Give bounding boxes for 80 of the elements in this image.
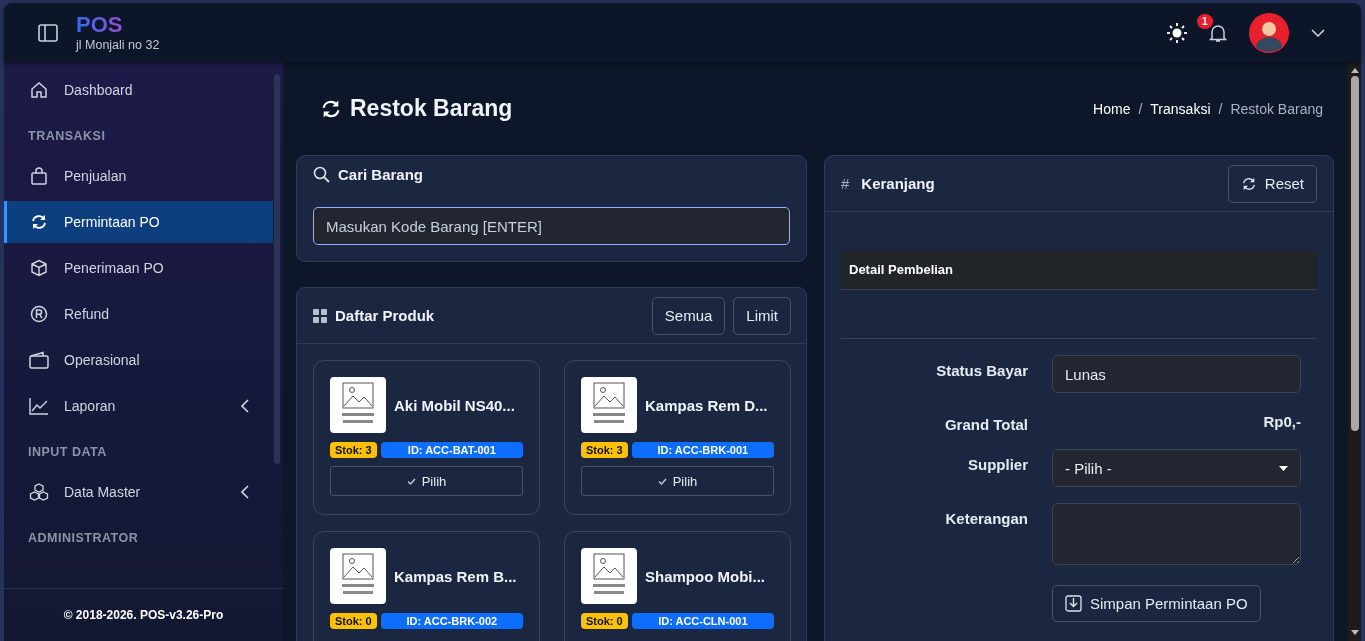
download-icon xyxy=(1065,595,1082,612)
breadcrumb-item[interactable]: Transaksi xyxy=(1150,100,1211,117)
sidebar-section-label: ADMINISTRATOR xyxy=(27,530,140,547)
field-label: Keterangan xyxy=(944,509,1028,529)
sidebar-section-label: TRANSAKSI xyxy=(27,128,107,145)
stock-badge: Stok: 3 xyxy=(581,442,628,458)
search-field[interactable]: Masukan Kode Barang [ENTER] xyxy=(313,207,790,245)
sidebar-item[interactable]: Dashboard xyxy=(4,69,273,111)
grid-icon xyxy=(313,308,327,323)
sidebar-toggle-icon[interactable] xyxy=(38,23,58,42)
image-placeholder-icon xyxy=(581,377,637,433)
field-label: Status Bayar xyxy=(935,361,1028,381)
sun-icon[interactable] xyxy=(1167,22,1187,43)
sidebar-section-label: INPUT DATA xyxy=(27,444,108,461)
notes-field[interactable] xyxy=(1052,503,1301,565)
stock-badge: Stok: 0 xyxy=(581,613,628,629)
bag-icon xyxy=(29,167,49,185)
image-placeholder-icon xyxy=(330,548,386,604)
select-product-button[interactable]: Pilih xyxy=(581,466,774,496)
store-address: jl Monjali no 32 xyxy=(76,38,160,52)
sidebar-item[interactable]: Penerimaan PO xyxy=(4,247,273,289)
product-id-badge: ID: ACC-BAT-001 xyxy=(380,442,523,458)
product-name: Shampoo Mobi... xyxy=(645,567,765,585)
sidebar-item[interactable]: Penjualan xyxy=(4,155,273,197)
field-label: Supplier xyxy=(967,455,1028,475)
save-button[interactable]: Simpan Permintaan PO xyxy=(1052,585,1261,622)
home-icon xyxy=(29,81,49,99)
stock-badge: Stok: 3 xyxy=(330,442,377,458)
image-placeholder-icon xyxy=(330,377,386,433)
caret-icon xyxy=(1279,465,1288,471)
product-id-badge: ID: ACC-CLN-001 xyxy=(631,613,774,629)
breadcrumb-item: Restok Barang xyxy=(1230,100,1323,117)
grand-total-value: Rp0,- xyxy=(1262,412,1301,430)
stock-badge: Stok: 0 xyxy=(330,613,377,629)
card-title: Daftar Produk xyxy=(335,307,435,324)
filter-button[interactable]: Semua xyxy=(651,296,726,335)
page-scrollbar[interactable] xyxy=(1348,62,1361,641)
product-id-badge: ID: ACC-BRK-002 xyxy=(380,613,523,629)
sidebar-item[interactable]: Operasional xyxy=(4,339,273,381)
breadcrumb-separator: / xyxy=(1138,100,1143,117)
product-name: Aki Mobil NS40... xyxy=(394,396,515,414)
wallet-icon xyxy=(29,351,49,369)
image-placeholder-icon xyxy=(581,548,637,604)
chevron-left-icon xyxy=(241,485,249,499)
breadcrumb-item[interactable]: Home xyxy=(1093,100,1131,117)
sidebar-item[interactable]: Data Master xyxy=(4,471,273,513)
status-field[interactable]: Lunas xyxy=(1052,355,1301,393)
bell-icon[interactable] xyxy=(1209,22,1227,43)
sidebar-item[interactable]: Laporan xyxy=(4,385,273,427)
refresh-icon xyxy=(29,213,49,231)
product-id-badge: ID: ACC-BRK-001 xyxy=(631,442,774,458)
line-chart-icon xyxy=(29,397,49,415)
chevron-left-icon xyxy=(241,399,249,413)
card-title: Cari Barang xyxy=(338,166,424,183)
check-icon xyxy=(657,477,667,485)
sidebar-item[interactable]: Refund xyxy=(4,293,273,335)
avatar-icon[interactable] xyxy=(1249,12,1289,53)
filter-button[interactable]: Limit xyxy=(733,296,791,335)
breadcrumb-separator: / xyxy=(1218,100,1223,117)
product-name: Kampas Rem B... xyxy=(394,567,517,585)
supplier-select[interactable]: - Pilih - xyxy=(1052,449,1301,487)
product-name: Kampas Rem D... xyxy=(645,396,768,414)
page-title: Restok Barang xyxy=(350,95,513,122)
search-icon xyxy=(313,166,330,183)
refresh-icon xyxy=(1240,175,1257,192)
field-label: Grand Total xyxy=(943,415,1028,433)
registered-icon xyxy=(29,305,49,323)
check-icon xyxy=(406,477,416,485)
box-icon xyxy=(29,259,49,277)
reset-button[interactable]: Reset xyxy=(1227,164,1317,203)
chevron-down-icon[interactable] xyxy=(1311,28,1325,37)
scroll-down-arrow-icon[interactable] xyxy=(1348,629,1361,637)
notification-badge: 1 xyxy=(1197,13,1213,29)
table-header: Detail Pembelian xyxy=(841,250,1317,290)
sidebar-item[interactable]: Permintaan PO xyxy=(4,201,273,243)
card-title: Keranjang xyxy=(861,175,935,192)
select-product-button[interactable]: Pilih xyxy=(330,466,523,496)
scroll-up-arrow-icon[interactable] xyxy=(1348,66,1361,74)
hash-symbol: # xyxy=(841,175,850,192)
cubes-icon xyxy=(29,483,49,501)
